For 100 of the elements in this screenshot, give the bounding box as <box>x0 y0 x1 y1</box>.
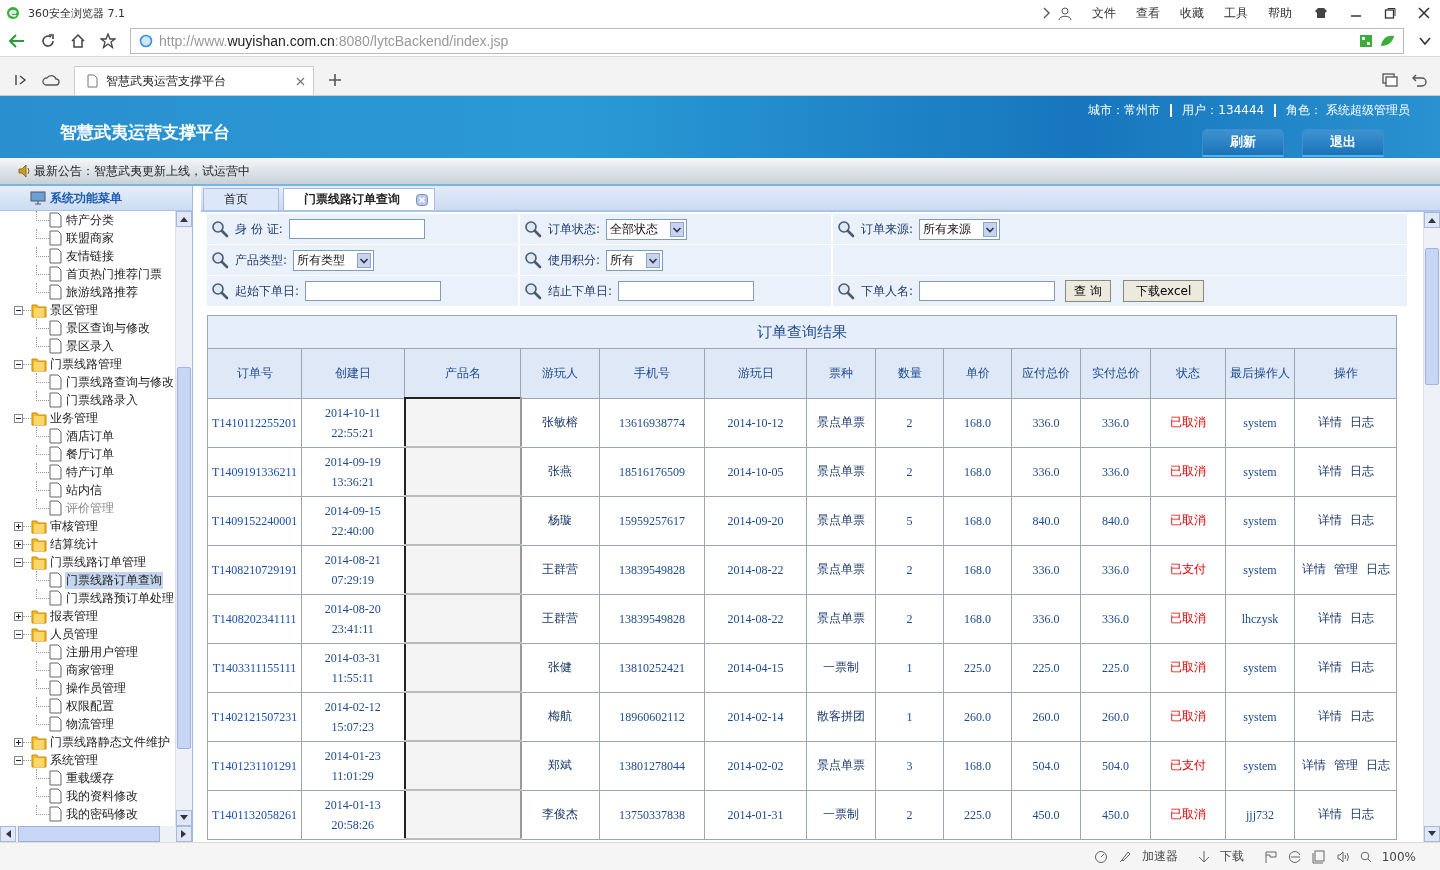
action-link[interactable]: 日志 <box>1349 709 1374 723</box>
expand-icon[interactable] <box>14 737 23 747</box>
menu-item[interactable]: 帮助 <box>1268 4 1292 22</box>
search-button[interactable]: 查 询 <box>1065 280 1111 302</box>
menu-item[interactable]: 特产分类 <box>65 211 115 229</box>
download-icon[interactable] <box>1197 849 1210 864</box>
reload-icon[interactable] <box>40 33 56 49</box>
action-link[interactable]: 日志 <box>1349 611 1374 625</box>
menu-item[interactable]: 权限配置 <box>65 697 115 715</box>
scrollbar[interactable] <box>0 826 192 842</box>
menu-item[interactable]: 物流管理 <box>65 715 115 733</box>
action-link[interactable]: 日志 <box>1349 464 1374 478</box>
menu-item[interactable]: 友情链接 <box>65 247 115 265</box>
zoom-icon[interactable] <box>1359 850 1372 863</box>
menu-item[interactable]: 注册用户管理 <box>65 643 139 661</box>
collapse-icon[interactable] <box>14 755 23 765</box>
scroll-thumb[interactable] <box>18 826 160 842</box>
action-link[interactable]: 详情 <box>1317 807 1342 821</box>
menu-group[interactable]: 结算统计 <box>49 535 99 553</box>
action-link[interactable]: 日志 <box>1349 807 1374 821</box>
scroll-thumb[interactable] <box>177 367 191 749</box>
menu-item[interactable]: 站内信 <box>65 481 103 499</box>
menu-item[interactable]: 文件 <box>1092 4 1116 22</box>
scroll-right-icon[interactable] <box>181 830 187 838</box>
scroll-down-icon[interactable] <box>180 815 188 821</box>
action-link[interactable]: 详情 <box>1317 709 1342 723</box>
menu-item[interactable]: 首页热门推荐门票 <box>65 265 163 283</box>
menu-item[interactable]: 门票线路预订单处理 <box>65 589 175 607</box>
menu-group[interactable]: 人员管理 <box>49 625 99 643</box>
menu-item[interactable]: 特产订单 <box>65 463 115 481</box>
input-field[interactable] <box>618 281 755 301</box>
scrollbar[interactable] <box>1423 212 1440 842</box>
windows-icon[interactable] <box>1382 73 1398 87</box>
user-icon[interactable] <box>1058 6 1072 20</box>
collapse-icon[interactable] <box>14 413 23 423</box>
collapse-icon[interactable] <box>14 557 23 567</box>
expand-icon[interactable] <box>14 611 23 621</box>
dropdown[interactable]: 所有 <box>606 249 664 271</box>
action-link[interactable]: 日志 <box>1349 660 1374 674</box>
menu-item[interactable]: 查看 <box>1136 4 1160 22</box>
menu-item[interactable]: 我的密码修改 <box>65 805 139 823</box>
menu-item[interactable]: 我的资料修改 <box>65 787 139 805</box>
input-field[interactable] <box>919 281 1056 301</box>
menu-group[interactable]: 门票线路管理 <box>49 355 123 373</box>
action-link[interactable]: 详情 <box>1317 611 1342 625</box>
scroll-thumb[interactable] <box>1425 248 1439 385</box>
undo-icon[interactable] <box>1412 73 1428 87</box>
action-link[interactable]: 日志 <box>1349 513 1374 527</box>
menu-item[interactable]: 重载缓存 <box>65 769 115 787</box>
action-link[interactable]: 管理 <box>1333 562 1358 576</box>
menu-item[interactable]: 门票线路录入 <box>65 391 139 409</box>
menu-item[interactable]: 旅游线路推荐 <box>65 283 139 301</box>
leaf-icon[interactable] <box>1379 34 1395 48</box>
tab[interactable]: 首页 <box>203 188 279 210</box>
star-icon[interactable] <box>100 33 116 49</box>
shirt-icon[interactable] <box>1314 7 1328 19</box>
action-link[interactable]: 详情 <box>1317 464 1342 478</box>
scroll-left-icon[interactable] <box>5 830 11 838</box>
new-tab-icon[interactable] <box>328 73 342 87</box>
action-link[interactable]: 详情 <box>1317 660 1342 674</box>
menu-group[interactable]: 业务管理 <box>49 409 99 427</box>
menu-item[interactable]: 联盟商家 <box>65 229 115 247</box>
action-link[interactable]: 详情 <box>1301 758 1326 772</box>
scroll-up-icon[interactable] <box>1428 217 1436 223</box>
back-icon[interactable] <box>8 32 26 50</box>
header-button[interactable]: 退出 <box>1302 128 1384 157</box>
action-link[interactable]: 详情 <box>1301 562 1326 576</box>
sidebar-toggle-icon[interactable] <box>14 73 28 87</box>
dropdown[interactable]: 全部状态 <box>606 218 688 240</box>
status-item[interactable]: 加速器 <box>1141 848 1178 865</box>
menu-item[interactable]: 操作员管理 <box>65 679 127 697</box>
menu-group[interactable]: 审核管理 <box>49 517 99 535</box>
menu-item[interactable]: 门票线路查询与修改 <box>65 373 175 391</box>
tab[interactable]: 门票线路订单查询 <box>283 188 435 210</box>
menu-item[interactable]: 工具 <box>1224 4 1248 22</box>
menu-item[interactable]: 收藏 <box>1180 4 1204 22</box>
menu-item[interactable]: 商家管理 <box>65 661 115 679</box>
browser-tab[interactable]: 智慧武夷运营支撑平台 <box>74 66 314 95</box>
maximize-icon[interactable] <box>1384 7 1396 19</box>
menu-group[interactable]: 门票线路订单管理 <box>49 553 147 571</box>
download-button[interactable]: 下载excel <box>1122 280 1205 302</box>
action-link[interactable]: 日志 <box>1349 415 1374 429</box>
dropdown[interactable]: 所有类型 <box>293 249 375 271</box>
menu-item[interactable]: 门票线路订单查询 <box>65 571 163 589</box>
menu-item[interactable]: 餐厅订单 <box>65 445 115 463</box>
status-item[interactable]: 下载 <box>1219 848 1244 865</box>
menu-group[interactable]: 报表管理 <box>49 607 99 625</box>
input-field[interactable] <box>288 219 425 239</box>
menu-item[interactable]: 景区查询与修改 <box>65 319 151 337</box>
menu-group[interactable]: 系统管理 <box>49 751 99 769</box>
expand-icon[interactable] <box>14 539 23 549</box>
dropdown[interactable]: 所有来源 <box>919 218 1001 240</box>
close-icon[interactable] <box>1418 7 1430 19</box>
scroll-down-icon[interactable] <box>1428 831 1436 837</box>
menu-item[interactable]: 景区录入 <box>65 337 115 355</box>
header-button[interactable]: 刷新 <box>1202 128 1284 157</box>
collapse-icon[interactable] <box>14 305 23 315</box>
cloud-icon[interactable] <box>42 73 60 87</box>
browser-engine-icon[interactable] <box>1287 849 1302 864</box>
chevron-icon[interactable] <box>1042 7 1050 19</box>
